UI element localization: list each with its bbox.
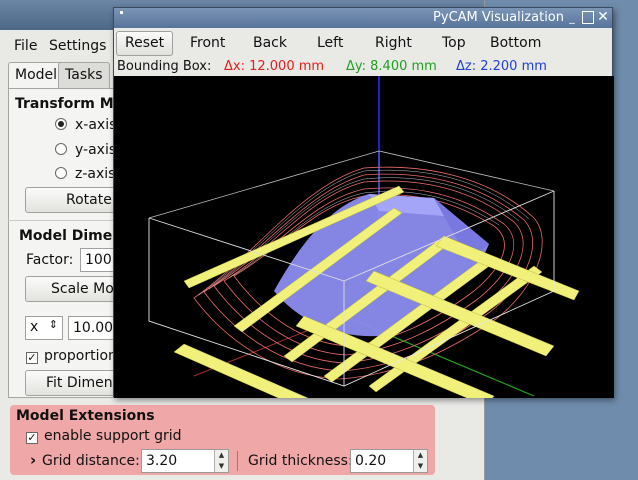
proportional-check-icon: ✓ (26, 351, 38, 364)
grid-settings-row: › Grid distance: 3.20 ▲ ▼ Grid thickness:… (10, 448, 435, 474)
radio-x-label: x-axis (75, 117, 117, 133)
minimize-icon[interactable]: _ (566, 11, 578, 24)
viz-title: PyCAM Visualization (433, 10, 564, 25)
maximize-icon[interactable] (582, 11, 594, 24)
close-icon[interactable]: ✕ (597, 10, 609, 24)
proportional-label: proportion (44, 348, 117, 364)
view-bottom-button[interactable]: Bottom (481, 31, 550, 56)
rotate-button-label: Rotate (66, 192, 112, 208)
view-left-label: Left (317, 35, 344, 51)
view-toolbar: Reset Front Back Left Right Top Bottom (114, 28, 612, 58)
grid-distance-value: 3.20 (146, 453, 178, 469)
view-left-button[interactable]: Left (308, 31, 352, 56)
bounding-box-bar: Bounding Box: Δx: 12.000 mm Δy: 8.400 mm… (114, 58, 612, 76)
menu-settings-label: Settings (49, 38, 107, 54)
view-right-label: Right (375, 35, 412, 51)
spin-arrows-icon[interactable]: ▲ ▼ (214, 450, 228, 472)
radio-y-axis[interactable]: y-axis (55, 142, 116, 158)
radio-z-axis[interactable]: z-axis (55, 166, 115, 182)
viz-titlebar[interactable]: PyCAM Visualization _ ✕ (114, 8, 612, 28)
enable-support-grid-checkbox[interactable]: ✓ enable support grid (26, 428, 182, 444)
view-top-label: Top (442, 35, 466, 51)
fit-dimensions-label: Fit Dimens (46, 375, 120, 391)
grid-distance-label: Grid distance: (42, 453, 140, 469)
visualization-window: PyCAM Visualization _ ✕ Reset Front Back… (113, 7, 614, 427)
view-bottom-label: Bottom (490, 35, 542, 51)
expander-icon[interactable]: › (30, 451, 36, 469)
tab-tasks-label: Tasks (65, 67, 103, 83)
grid-thickness-value: 0.20 (355, 453, 387, 469)
bbox-dx: Δx: 12.000 mm (224, 59, 325, 74)
window-menu-icon[interactable] (120, 11, 123, 14)
radio-y-dot (55, 143, 67, 155)
scale-model-label: Scale Mo (51, 281, 114, 297)
grid-thickness-label: Grid thickness: (248, 453, 353, 469)
view-back-label: Back (253, 35, 287, 51)
3d-scene (148, 76, 580, 427)
support-grid-check-icon: ✓ (26, 431, 38, 444)
menu-settings[interactable]: Settings (49, 38, 106, 54)
proportional-checkbox[interactable]: ✓ proportion (26, 348, 117, 364)
view-right-button[interactable]: Right (366, 31, 421, 56)
select-arrows-icon: ⇕ (48, 318, 58, 331)
grid-thickness-spin[interactable]: 0.20 ▲ ▼ (350, 449, 428, 473)
transform-title: Transform Mo (15, 96, 124, 112)
view-reset-label: Reset (125, 35, 165, 51)
menu-file[interactable]: File (14, 38, 37, 54)
radio-z-dot (55, 167, 67, 179)
bbox-label: Bounding Box: (117, 59, 212, 74)
radio-x-axis[interactable]: x-axis (55, 117, 116, 133)
radio-x-dot (55, 118, 67, 130)
radio-z-label: z-axis (75, 166, 116, 182)
radio-y-label: y-axis (75, 142, 117, 158)
view-back-button[interactable]: Back (244, 31, 296, 56)
enable-support-grid-label: enable support grid (44, 428, 182, 444)
tab-tasks[interactable]: Tasks (58, 62, 110, 88)
tab-model-label: Model (15, 67, 58, 83)
size-value: 10.00 (73, 320, 114, 336)
separator (237, 451, 238, 471)
3d-viewport[interactable] (114, 76, 614, 427)
bbox-dy: Δy: 8.400 mm (346, 59, 437, 74)
view-reset-button[interactable]: Reset (116, 31, 174, 56)
dimensions-title: Model Dimen (19, 228, 123, 244)
menu-file-label: File (14, 38, 38, 54)
view-top-button[interactable]: Top (433, 31, 475, 56)
factor-value: 100 (85, 252, 112, 268)
axis-select-value: x (30, 319, 39, 335)
bbox-dz: Δz: 2.200 mm (456, 59, 547, 74)
view-front-label: Front (190, 35, 226, 51)
spin-arrows-icon[interactable]: ▲ ▼ (413, 450, 427, 472)
view-front-button[interactable]: Front (181, 31, 234, 56)
extensions-title: Model Extensions (16, 408, 155, 424)
factor-label: Factor: (26, 252, 74, 268)
model-extensions-panel: Model Extensions ✓ enable support grid › … (10, 405, 435, 475)
grid-distance-spin[interactable]: 3.20 ▲ ▼ (141, 449, 229, 473)
tab-model[interactable]: Model (8, 62, 65, 90)
axis-select[interactable]: x ⇕ (25, 316, 63, 340)
